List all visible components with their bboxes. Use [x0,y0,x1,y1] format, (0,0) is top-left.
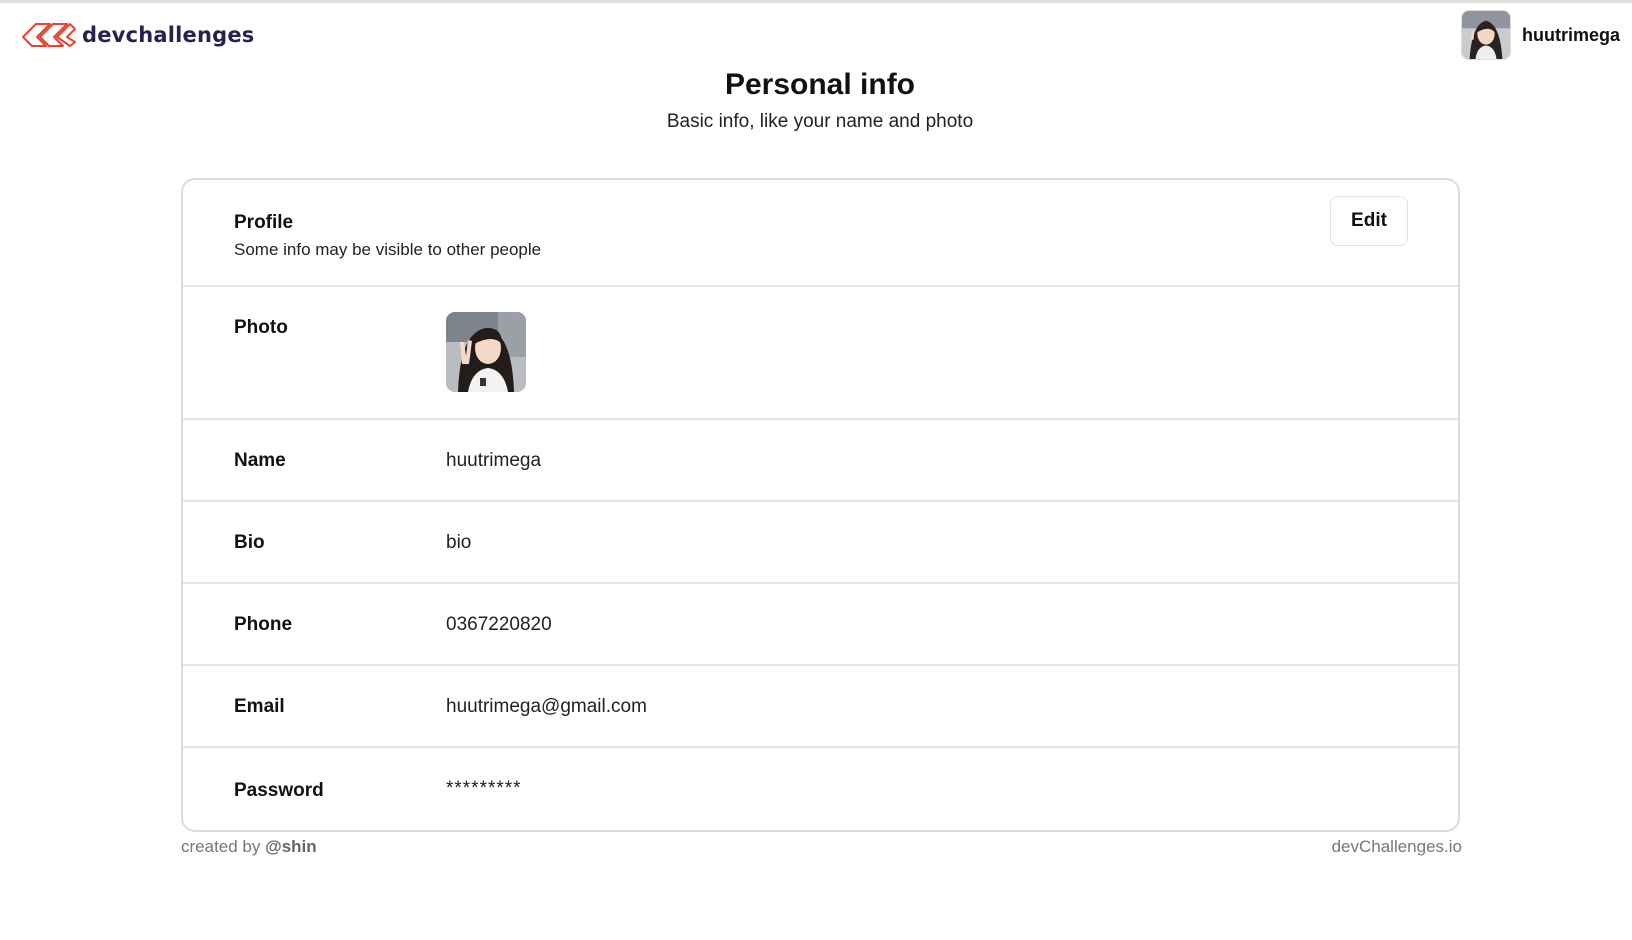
phone-label: Phone [234,614,293,635]
footer-credit: created by @shin [181,837,317,857]
page-title: Personal info [724,68,916,101]
top-bar: devchallenges huutrimega [0,3,1632,69]
profile-row-bio: Bio bio [183,502,1458,584]
phone-value: 0367220820 [446,614,552,635]
email-value: huutrimega@gmail.com [446,696,647,717]
name-value: huutrimega [446,450,542,471]
footer-site-link[interactable]: devChallenges.io [1332,837,1462,857]
email-label: Email [234,696,285,717]
footer-credit-prefix: created by [181,837,261,856]
photo-label: Photo [234,317,288,338]
profile-card-title: Profile [234,212,294,233]
profile-row-photo: Photo [183,287,1458,420]
brand-logo[interactable]: devchallenges [20,20,255,50]
profile-row-phone: Phone 0367220820 [183,584,1458,666]
profile-row-email: Email huutrimega@gmail.com [183,666,1458,748]
profile-card-subtitle: Some info may be visible to other people [234,240,542,259]
page-subtitle: Basic info, like your name and photo [666,111,974,132]
password-label: Password [234,780,324,801]
profile-row-password: Password ********* [183,748,1458,828]
profile-card-header: Profile Some info may be visible to othe… [183,180,1458,287]
profile-row-name: Name huutrimega [183,420,1458,502]
profile-photo [446,312,526,392]
bio-label: Bio [234,532,265,553]
user-name: huutrimega [1521,24,1620,45]
footer-author-link[interactable]: @shin [265,837,317,856]
profile-card: Profile Some info may be visible to othe… [181,178,1460,832]
devchallenges-logo-icon [22,23,76,47]
name-label: Name [234,450,286,471]
bio-value: bio [446,532,472,553]
password-value: ********* [446,778,522,799]
brand-name: devchallenges [82,23,255,47]
user-menu[interactable]: huutrimega [1460,10,1620,60]
edit-button[interactable]: Edit [1330,196,1408,246]
user-avatar [1460,10,1511,60]
